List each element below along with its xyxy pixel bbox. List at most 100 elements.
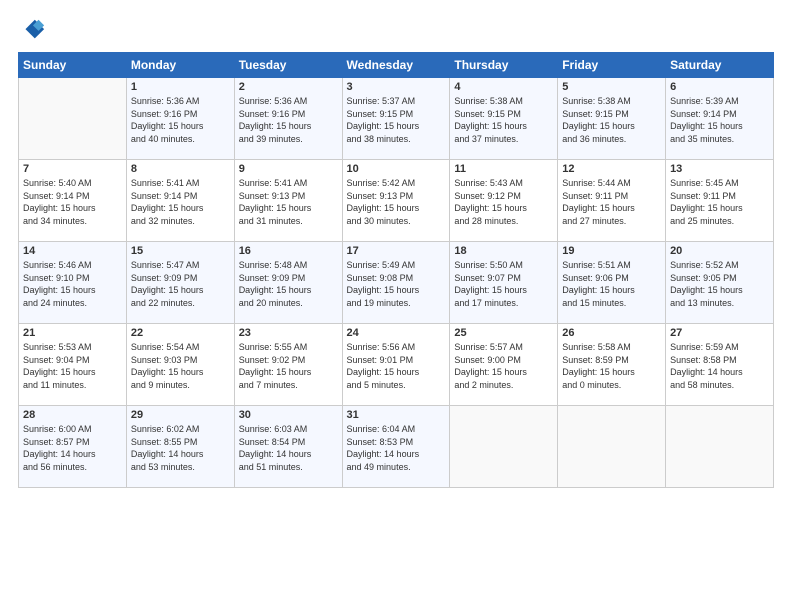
day-number: 8 — [131, 163, 230, 175]
day-number: 23 — [239, 327, 338, 339]
day-cell: 19 Sunrise: 5:51 AM Sunset: 9:06 PM Dayli… — [558, 242, 666, 324]
header — [18, 16, 774, 44]
day-number: 22 — [131, 327, 230, 339]
page: SundayMondayTuesdayWednesdayThursdayFrid… — [0, 0, 792, 612]
week-row-3: 14 Sunrise: 5:46 AM Sunset: 9:10 PM Dayli… — [19, 242, 774, 324]
week-row-1: 1Sunrise: 5:36 AM Sunset: 9:16 PM Daylig… — [19, 78, 774, 160]
day-cell: 28Sunrise: 6:00 AM Sunset: 8:57 PM Dayli… — [19, 406, 127, 488]
day-number: 12 — [562, 163, 661, 175]
day-cell: 11Sunrise: 5:43 AM Sunset: 9:12 PM Dayli… — [450, 160, 558, 242]
day-cell: 7Sunrise: 5:40 AM Sunset: 9:14 PM Daylig… — [19, 160, 127, 242]
day-cell: 14 Sunrise: 5:46 AM Sunset: 9:10 PM Dayli… — [19, 242, 127, 324]
day-info: Sunrise: 5:38 AM Sunset: 9:15 PM Dayligh… — [454, 95, 553, 145]
day-info: Sunrise: 5:49 AM Sunset: 9:08 PM Dayligh… — [347, 259, 446, 309]
day-number: 24 — [347, 327, 446, 339]
day-number: 13 — [670, 163, 769, 175]
day-cell: 29 Sunrise: 6:02 AM Sunset: 8:55 PM Dayli… — [126, 406, 234, 488]
day-number: 29 — [131, 409, 230, 421]
day-info: Sunrise: 5:54 AM Sunset: 9:03 PM Dayligh… — [131, 341, 230, 391]
col-header-thursday: Thursday — [450, 53, 558, 78]
header-row: SundayMondayTuesdayWednesdayThursdayFrid… — [19, 53, 774, 78]
col-header-sunday: Sunday — [19, 53, 127, 78]
day-info: Sunrise: 5:39 AM Sunset: 9:14 PM Dayligh… — [670, 95, 769, 145]
day-info: Sunrise: 6:03 AM Sunset: 8:54 PM Dayligh… — [239, 423, 338, 473]
day-cell: 21 Sunrise: 5:53 AM Sunset: 9:04 PM Dayli… — [19, 324, 127, 406]
logo — [18, 16, 50, 44]
day-info: Sunrise: 5:44 AM Sunset: 9:11 PM Dayligh… — [562, 177, 661, 227]
day-info: Sunrise: 5:42 AM Sunset: 9:13 PM Dayligh… — [347, 177, 446, 227]
day-info: Sunrise: 5:58 AM Sunset: 8:59 PM Dayligh… — [562, 341, 661, 391]
week-row-5: 28Sunrise: 6:00 AM Sunset: 8:57 PM Dayli… — [19, 406, 774, 488]
day-cell — [666, 406, 774, 488]
day-cell — [450, 406, 558, 488]
day-cell: 4Sunrise: 5:38 AM Sunset: 9:15 PM Daylig… — [450, 78, 558, 160]
day-cell: 23 Sunrise: 5:55 AM Sunset: 9:02 PM Dayli… — [234, 324, 342, 406]
day-number: 30 — [239, 409, 338, 421]
day-number: 9 — [239, 163, 338, 175]
day-info: Sunrise: 6:04 AM Sunset: 8:53 PM Dayligh… — [347, 423, 446, 473]
day-number: 3 — [347, 81, 446, 93]
day-number: 19 — [562, 245, 661, 257]
col-header-tuesday: Tuesday — [234, 53, 342, 78]
day-cell: 3 Sunrise: 5:37 AM Sunset: 9:15 PM Daylig… — [342, 78, 450, 160]
day-number: 20 — [670, 245, 769, 257]
day-number: 5 — [562, 81, 661, 93]
day-cell: 22 Sunrise: 5:54 AM Sunset: 9:03 PM Dayli… — [126, 324, 234, 406]
day-info: Sunrise: 5:52 AM Sunset: 9:05 PM Dayligh… — [670, 259, 769, 309]
day-info: Sunrise: 5:41 AM Sunset: 9:14 PM Dayligh… — [131, 177, 230, 227]
day-info: Sunrise: 5:36 AM Sunset: 9:16 PM Dayligh… — [239, 95, 338, 145]
day-cell: 10Sunrise: 5:42 AM Sunset: 9:13 PM Dayli… — [342, 160, 450, 242]
col-header-saturday: Saturday — [666, 53, 774, 78]
day-info: Sunrise: 5:36 AM Sunset: 9:16 PM Dayligh… — [131, 95, 230, 145]
day-info: Sunrise: 5:46 AM Sunset: 9:10 PM Dayligh… — [23, 259, 122, 309]
day-cell: 1Sunrise: 5:36 AM Sunset: 9:16 PM Daylig… — [126, 78, 234, 160]
day-number: 11 — [454, 163, 553, 175]
day-cell: 25Sunrise: 5:57 AM Sunset: 9:00 PM Dayli… — [450, 324, 558, 406]
day-info: Sunrise: 5:51 AM Sunset: 9:06 PM Dayligh… — [562, 259, 661, 309]
day-info: Sunrise: 5:45 AM Sunset: 9:11 PM Dayligh… — [670, 177, 769, 227]
day-info: Sunrise: 5:47 AM Sunset: 9:09 PM Dayligh… — [131, 259, 230, 309]
day-cell: 6 Sunrise: 5:39 AM Sunset: 9:14 PM Daylig… — [666, 78, 774, 160]
week-row-2: 7Sunrise: 5:40 AM Sunset: 9:14 PM Daylig… — [19, 160, 774, 242]
day-cell: 30 Sunrise: 6:03 AM Sunset: 8:54 PM Dayli… — [234, 406, 342, 488]
day-info: Sunrise: 5:59 AM Sunset: 8:58 PM Dayligh… — [670, 341, 769, 391]
col-header-friday: Friday — [558, 53, 666, 78]
day-info: Sunrise: 5:37 AM Sunset: 9:15 PM Dayligh… — [347, 95, 446, 145]
day-number: 2 — [239, 81, 338, 93]
day-info: Sunrise: 6:02 AM Sunset: 8:55 PM Dayligh… — [131, 423, 230, 473]
day-info: Sunrise: 5:53 AM Sunset: 9:04 PM Dayligh… — [23, 341, 122, 391]
day-cell: 9 Sunrise: 5:41 AM Sunset: 9:13 PM Daylig… — [234, 160, 342, 242]
day-cell: 12 Sunrise: 5:44 AM Sunset: 9:11 PM Dayli… — [558, 160, 666, 242]
col-header-monday: Monday — [126, 53, 234, 78]
day-number: 21 — [23, 327, 122, 339]
day-info: Sunrise: 5:40 AM Sunset: 9:14 PM Dayligh… — [23, 177, 122, 227]
day-number: 27 — [670, 327, 769, 339]
day-info: Sunrise: 5:41 AM Sunset: 9:13 PM Dayligh… — [239, 177, 338, 227]
day-number: 28 — [23, 409, 122, 421]
day-number: 16 — [239, 245, 338, 257]
week-row-4: 21 Sunrise: 5:53 AM Sunset: 9:04 PM Dayli… — [19, 324, 774, 406]
day-number: 17 — [347, 245, 446, 257]
day-info: Sunrise: 5:50 AM Sunset: 9:07 PM Dayligh… — [454, 259, 553, 309]
day-cell: 13 Sunrise: 5:45 AM Sunset: 9:11 PM Dayli… — [666, 160, 774, 242]
day-cell — [19, 78, 127, 160]
day-number: 14 — [23, 245, 122, 257]
day-number: 18 — [454, 245, 553, 257]
day-number: 6 — [670, 81, 769, 93]
day-info: Sunrise: 5:48 AM Sunset: 9:09 PM Dayligh… — [239, 259, 338, 309]
col-header-wednesday: Wednesday — [342, 53, 450, 78]
day-info: Sunrise: 5:55 AM Sunset: 9:02 PM Dayligh… — [239, 341, 338, 391]
day-cell: 5 Sunrise: 5:38 AM Sunset: 9:15 PM Daylig… — [558, 78, 666, 160]
day-cell: 26 Sunrise: 5:58 AM Sunset: 8:59 PM Dayli… — [558, 324, 666, 406]
day-cell: 18 Sunrise: 5:50 AM Sunset: 9:07 PM Dayli… — [450, 242, 558, 324]
day-info: Sunrise: 5:38 AM Sunset: 9:15 PM Dayligh… — [562, 95, 661, 145]
calendar-table: SundayMondayTuesdayWednesdayThursdayFrid… — [18, 52, 774, 488]
day-cell: 16 Sunrise: 5:48 AM Sunset: 9:09 PM Dayli… — [234, 242, 342, 324]
day-cell: 27 Sunrise: 5:59 AM Sunset: 8:58 PM Dayli… — [666, 324, 774, 406]
day-cell — [558, 406, 666, 488]
day-number: 31 — [347, 409, 446, 421]
day-cell: 15Sunrise: 5:47 AM Sunset: 9:09 PM Dayli… — [126, 242, 234, 324]
day-number: 25 — [454, 327, 553, 339]
day-number: 26 — [562, 327, 661, 339]
day-cell: 2 Sunrise: 5:36 AM Sunset: 9:16 PM Daylig… — [234, 78, 342, 160]
